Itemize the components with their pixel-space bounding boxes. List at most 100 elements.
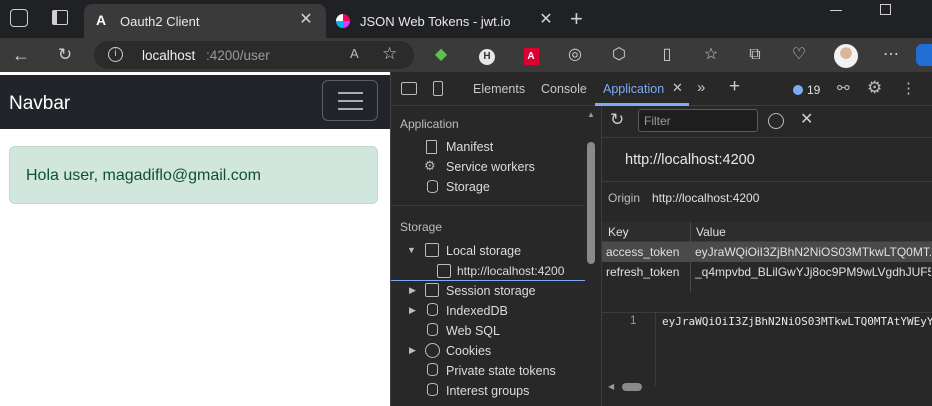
inspect-element-icon[interactable] <box>401 82 417 95</box>
tab-elements[interactable]: Elements <box>473 82 525 96</box>
sidebar-item-web-sql[interactable]: Web SQL <box>446 324 500 338</box>
horizontal-scroll-left-icon[interactable]: ◀ <box>608 382 614 391</box>
devtools-panel: Elements Console Application ✕ » + 19 ⚯ … <box>390 72 932 406</box>
issues-count[interactable]: 19 <box>807 83 820 97</box>
sidebar-scrollbar[interactable] <box>587 142 595 264</box>
sidebar-item-indexeddb[interactable]: IndexedDB <box>446 304 508 318</box>
maximize-icon[interactable] <box>880 4 891 15</box>
favorite-star-icon[interactable]: ☆ <box>382 44 397 64</box>
performance-icon[interactable]: ⚯ <box>837 79 850 97</box>
horizontal-scrollbar[interactable] <box>622 383 642 391</box>
section-divider <box>391 205 585 206</box>
avatar[interactable] <box>834 44 858 68</box>
back-icon[interactable]: ← <box>10 44 32 66</box>
device-toolbar-icon[interactable] <box>433 81 443 96</box>
origin-title: http://localhost:4200 <box>625 152 755 168</box>
service-workers-gear-icon: ⚙ <box>424 158 436 173</box>
devtools-tab-bar: Elements Console Application ✕ » + 19 ⚯ … <box>391 72 932 106</box>
minimize-icon[interactable] <box>830 10 842 11</box>
grid-table-icon <box>425 243 439 257</box>
sidebar-item-manifest[interactable]: Manifest <box>446 140 493 154</box>
delete-selected-icon[interactable]: ✕ <box>800 109 813 129</box>
read-aloud-icon[interactable]: A <box>350 46 359 61</box>
greeting-alert: Hola user, magadiflo@gmail.com <box>9 146 378 204</box>
sidebar-item-local-origin[interactable]: http://localhost:4200 <box>457 264 564 278</box>
refresh-icon[interactable]: ↻ <box>54 44 76 66</box>
database-icon <box>427 383 438 396</box>
storage-database-icon <box>427 180 438 193</box>
address-bar[interactable]: i localhost :4200/user A ☆ <box>94 41 414 69</box>
extension-h-icon[interactable]: H <box>476 44 498 66</box>
section-header-application: Application <box>400 117 459 131</box>
angular-devtools-icon[interactable]: A <box>520 44 542 66</box>
toolbar-divider <box>602 137 932 138</box>
site-info-icon[interactable]: i <box>108 47 123 62</box>
scroll-up-arrow-icon[interactable]: ▲ <box>587 110 595 119</box>
tab-oauth2-client[interactable]: A Oauth2 Client ✕ <box>84 4 326 38</box>
sidebar-item-session-storage[interactable]: Session storage <box>446 284 536 298</box>
sidebar-item-private-state-tokens[interactable]: Private state tokens <box>446 364 556 378</box>
tab-jwt-io[interactable]: JSON Web Tokens - jwt.io ✕ <box>330 4 562 38</box>
close-tab-icon[interactable]: ✕ <box>536 10 556 30</box>
navbar-toggler-button[interactable] <box>322 80 378 121</box>
add-tab-icon[interactable]: + <box>729 76 740 98</box>
extension-colorful-icon[interactable]: ◆ <box>430 44 452 66</box>
collections-icon[interactable]: ⧉ <box>744 44 766 66</box>
close-tab-icon[interactable]: ✕ <box>672 80 683 96</box>
database-icon <box>427 323 438 336</box>
filter-input[interactable]: Filter <box>638 109 758 132</box>
browser-toolbar: ← ↻ i localhost :4200/user A ☆ ◆ H A ◎ ⬡… <box>0 38 932 72</box>
database-icon <box>427 303 438 316</box>
grid-table-icon <box>437 264 451 278</box>
sidebar-item-interest-groups[interactable]: Interest groups <box>446 384 529 398</box>
issues-icon[interactable] <box>793 85 803 95</box>
navbar-brand[interactable]: Navbar <box>9 93 70 115</box>
sidebar-item-local-storage[interactable]: Local storage <box>446 244 521 258</box>
origin-label: Origin <box>608 191 641 205</box>
column-header-key[interactable]: Key <box>608 225 629 239</box>
grid-table-icon <box>425 283 439 297</box>
browser-essentials-icon[interactable]: ♡ <box>788 44 810 66</box>
row-value: _q4mpvbd_BLilGwYJj8oc9PM9wLVgdhJUF5o... <box>695 265 931 279</box>
angular-favicon-icon: A <box>96 12 107 28</box>
table-header-row <box>602 222 932 242</box>
section-header-storage: Storage <box>400 220 443 234</box>
expand-arrow-right-icon[interactable]: ▶ <box>409 345 416 356</box>
extensions-icon[interactable]: ⬡ <box>608 44 630 66</box>
expand-arrow-right-icon[interactable]: ▶ <box>409 305 416 316</box>
preview-line-number: 1 <box>630 315 637 327</box>
more-menu-icon[interactable]: ⋯ <box>880 44 902 66</box>
split-screen-icon[interactable]: ▯ <box>656 44 678 66</box>
refresh-icon[interactable]: ↻ <box>610 110 624 130</box>
database-icon <box>427 363 438 376</box>
page-viewport: Navbar Hola user, magadiflo@gmail.com <box>0 72 390 406</box>
table-row[interactable]: refresh_token _q4mpvbd_BLilGwYJj8oc9PM9w… <box>602 262 932 282</box>
column-header-value[interactable]: Value <box>696 225 726 239</box>
expand-arrow-down-icon[interactable]: ▼ <box>407 245 416 255</box>
copilot-icon[interactable] <box>916 44 932 66</box>
devtools-more-icon[interactable]: ⋮ <box>901 79 916 97</box>
new-tab-icon[interactable]: + <box>570 6 583 32</box>
application-sidebar: Application Manifest ⚙ Service workers S… <box>391 106 601 406</box>
tab-application[interactable]: Application <box>603 82 664 96</box>
settings-gear-icon[interactable]: ⚙ <box>867 78 882 98</box>
sidebar-item-storage[interactable]: Storage <box>446 180 490 194</box>
extension-target-icon[interactable]: ◎ <box>564 44 586 66</box>
tab-title: Oauth2 Client <box>120 14 200 29</box>
favorites-icon[interactable]: ☆ <box>700 44 722 66</box>
sidebar-item-cookies[interactable]: Cookies <box>446 344 491 358</box>
tab-console[interactable]: Console <box>541 82 587 96</box>
filter-placeholder: Filter <box>644 114 671 128</box>
clear-all-icon[interactable] <box>768 113 784 129</box>
tab-actions-icon[interactable] <box>52 10 68 25</box>
workspaces-icon[interactable] <box>10 9 28 27</box>
preview-gutter-divider <box>655 312 656 386</box>
row-key: refresh_token <box>606 265 680 279</box>
close-tab-icon[interactable]: ✕ <box>296 10 316 30</box>
sidebar-item-service-workers[interactable]: Service workers <box>446 160 535 174</box>
row-key: access_token <box>606 245 680 259</box>
table-row[interactable]: access_token eyJraWQiOiI3ZjBhN2NiOS03MTk… <box>602 242 932 262</box>
expand-arrow-right-icon[interactable]: ▶ <box>409 285 416 296</box>
url-path: :4200/user <box>206 48 270 63</box>
more-tabs-icon[interactable]: » <box>697 79 705 96</box>
